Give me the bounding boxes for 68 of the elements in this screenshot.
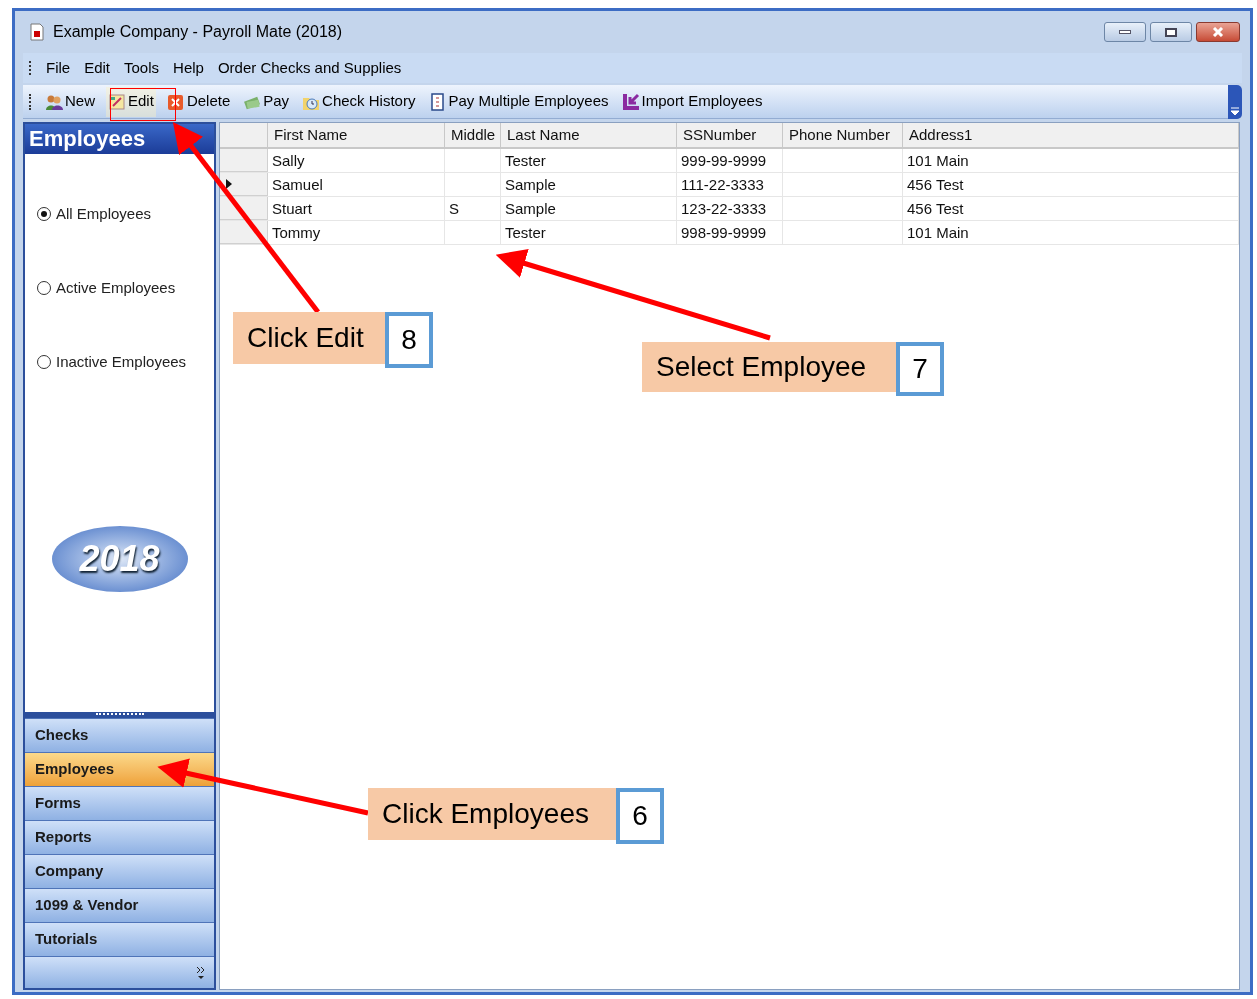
menu-item[interactable]: Edit [84, 56, 111, 80]
callout-label: Select Employee [642, 342, 896, 392]
chevron-icon [196, 965, 206, 980]
document-icon [428, 92, 447, 111]
table-cell: 111-22-3333 [677, 173, 783, 196]
step-number: 6 [616, 788, 664, 844]
overflow-button[interactable] [1228, 85, 1242, 119]
edit-highlight-frame [110, 88, 176, 121]
table-cell: 999-99-9999 [677, 149, 783, 172]
step-number: 7 [896, 342, 944, 396]
document-icon [29, 23, 45, 41]
menu-item[interactable]: Order Checks and Supplies [217, 56, 402, 80]
table-cell: Tommy [268, 221, 445, 244]
table-cell: 101 Main [903, 221, 1239, 244]
toolbar-button[interactable]: Pay Multiple Employees [426, 86, 611, 117]
toolbar-button[interactable]: Delete [164, 86, 233, 117]
toolbar-button[interactable]: Edit [106, 86, 156, 117]
menu-item[interactable]: File [46, 56, 71, 80]
nav-button[interactable]: Tutorials [25, 922, 214, 956]
column-header[interactable]: Last Name [501, 123, 677, 147]
nav-button[interactable]: Company [25, 854, 214, 888]
table-cell: Sample [501, 173, 677, 196]
nav-button[interactable]: Checks [25, 718, 214, 752]
year-logo: 2018 [51, 526, 188, 592]
radio-label[interactable]: Inactive Employees [56, 350, 187, 374]
radio-label[interactable]: All Employees [56, 202, 152, 226]
close-icon [1212, 27, 1224, 37]
close-button[interactable] [1196, 22, 1240, 42]
toolbar-button[interactable]: New [43, 86, 97, 117]
table-cell: 456 Test [903, 173, 1239, 196]
table-cell: S [445, 197, 501, 220]
table-cell: 123-22-3333 [677, 197, 783, 220]
table-cell: 998-99-9999 [677, 221, 783, 244]
table-cell: Tester [501, 221, 677, 244]
table-cell: Stuart [268, 197, 445, 220]
column-header[interactable]: Middle [445, 123, 501, 147]
nav-button[interactable]: Employees [25, 752, 214, 786]
menu-item[interactable]: Help [173, 56, 204, 80]
radio-label[interactable]: Active Employees [56, 276, 176, 300]
step-number: 8 [385, 312, 433, 368]
toolbar-button[interactable]: Pay [241, 86, 292, 117]
nav-button[interactable]: 1099 & Vendor [25, 888, 214, 922]
panel-title: Employees [25, 124, 214, 154]
toolbar-button[interactable]: Check History [300, 86, 418, 117]
column-header[interactable]: Phone Number [783, 123, 903, 147]
toolbar-button[interactable]: Import Employees [619, 86, 765, 117]
nav-button[interactable]: Forms [25, 786, 214, 820]
table-cell: Tester [501, 149, 677, 172]
column-header[interactable]: Address1 [903, 123, 1239, 147]
callout-label: Click Employees [368, 788, 616, 840]
caret-icon [1231, 107, 1239, 115]
table-cell: Samuel [268, 173, 445, 196]
callout-label: Click Edit [233, 312, 385, 364]
table-cell: 101 Main [903, 149, 1239, 172]
table-cell: Sample [501, 197, 677, 220]
minimize-button[interactable] [1104, 22, 1146, 42]
more-buttons-button[interactable] [25, 956, 214, 988]
row-header[interactable] [220, 173, 268, 196]
current-row-icon [226, 179, 232, 189]
column-header[interactable]: SSNumber [677, 123, 783, 147]
maximize-button[interactable] [1150, 22, 1192, 42]
menu-item[interactable]: Tools [124, 56, 160, 80]
table-cell: 456 Test [903, 197, 1239, 220]
column-header[interactable]: First Name [268, 123, 445, 147]
table-cell: Sally [268, 149, 445, 172]
window-title: Example Company - Payroll Mate (2018) [53, 22, 342, 42]
nav-button[interactable]: Reports [25, 820, 214, 854]
import-icon [621, 92, 640, 111]
